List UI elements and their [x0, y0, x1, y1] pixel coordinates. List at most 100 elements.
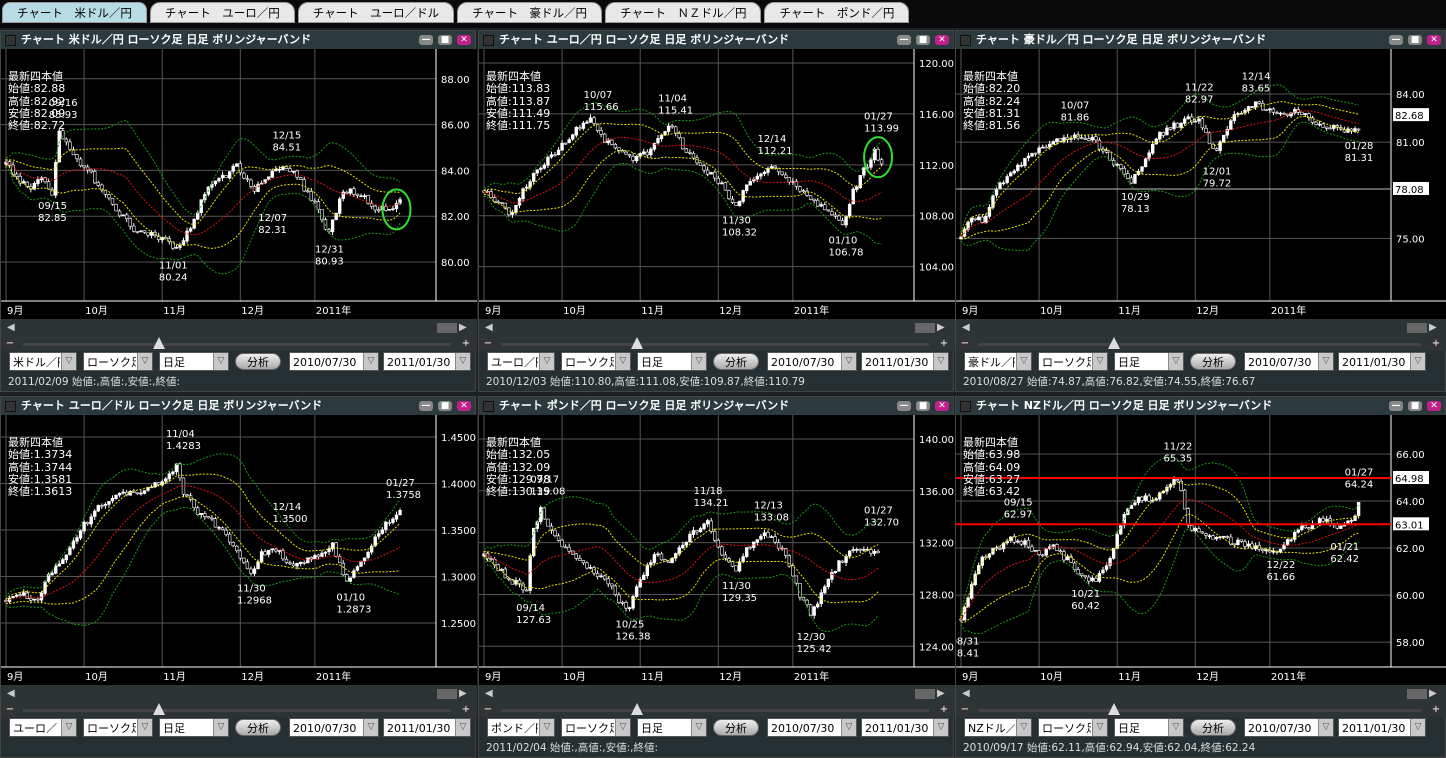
chart-type-select[interactable]: ローソク足▽	[1038, 352, 1108, 371]
zoom-slider[interactable]: − +	[479, 337, 955, 351]
horizontal-scrollbar[interactable]: ◀ ▶	[956, 319, 1446, 337]
chart-type-select[interactable]: ローソク足▽	[1038, 718, 1108, 737]
dropdown-arrow-icon[interactable]: ▽	[933, 719, 948, 736]
dropdown-arrow-icon[interactable]: ▽	[691, 719, 706, 736]
scroll-thumb[interactable]	[437, 689, 457, 699]
maximize-button[interactable]: ■	[438, 401, 452, 411]
zoom-in-icon[interactable]: +	[461, 705, 471, 715]
close-button[interactable]: ✕	[1427, 401, 1441, 411]
zoom-slider[interactable]: − +	[1, 337, 477, 351]
scroll-right-icon[interactable]: ▶	[459, 688, 467, 699]
zoom-in-icon[interactable]: +	[1431, 705, 1441, 715]
analyze-button[interactable]: 分析	[713, 353, 759, 370]
zoom-out-icon[interactable]: −	[5, 339, 15, 349]
scroll-right-icon[interactable]: ▶	[1429, 322, 1437, 333]
dropdown-arrow-icon[interactable]: ▽	[137, 353, 152, 370]
scroll-right-icon[interactable]: ▶	[937, 688, 945, 699]
dropdown-arrow-icon[interactable]: ▽	[61, 719, 76, 736]
zoom-thumb[interactable]	[1108, 337, 1120, 349]
end-date-select[interactable]: 2011/01/30 ▽	[1338, 718, 1426, 737]
scroll-right-icon[interactable]: ▶	[1429, 688, 1437, 699]
close-button[interactable]: ✕	[935, 35, 949, 45]
scroll-left-icon[interactable]: ◀	[962, 322, 970, 333]
start-date-select[interactable]: 2010/07/30 ▽	[767, 718, 857, 737]
zoom-track[interactable]	[23, 709, 451, 712]
dropdown-arrow-icon[interactable]: ▽	[1410, 719, 1425, 736]
currency-pair-select[interactable]: NZドル／円▽	[964, 718, 1032, 737]
dropdown-arrow-icon[interactable]: ▽	[1318, 353, 1333, 370]
scroll-right-icon[interactable]: ▶	[937, 322, 945, 333]
zoom-thumb[interactable]	[153, 337, 165, 349]
scroll-thumb[interactable]	[915, 323, 935, 333]
period-select[interactable]: 日足 ▽	[1114, 352, 1184, 371]
minimize-button[interactable]: —	[897, 35, 911, 45]
end-date-select[interactable]: 2011/01/30 ▽	[1338, 352, 1426, 371]
zoom-slider[interactable]: − +	[1, 703, 477, 717]
chart-type-select[interactable]: ローソク足▽	[83, 718, 153, 737]
zoom-in-icon[interactable]: +	[939, 705, 949, 715]
panel-menu-icon[interactable]	[960, 401, 971, 412]
zoom-thumb[interactable]	[631, 337, 643, 349]
tab-chart-3[interactable]: チャート 豪ドル／円	[457, 2, 603, 23]
analyze-button[interactable]: 分析	[235, 353, 281, 370]
tab-chart-5[interactable]: チャート ポンド／円	[764, 2, 910, 23]
zoom-track[interactable]	[501, 709, 929, 712]
chart-type-select[interactable]: ローソク足▽	[561, 352, 631, 371]
minimize-button[interactable]: —	[419, 35, 433, 45]
maximize-button[interactable]: ■	[438, 35, 452, 45]
end-date-select[interactable]: 2011/01/30 ▽	[383, 718, 471, 737]
dropdown-arrow-icon[interactable]: ▽	[213, 719, 228, 736]
dropdown-arrow-icon[interactable]: ▽	[213, 353, 228, 370]
close-button[interactable]: ✕	[1427, 35, 1441, 45]
minimize-button[interactable]: —	[1389, 35, 1403, 45]
panel-menu-icon[interactable]	[5, 401, 16, 412]
zoom-track[interactable]	[978, 709, 1421, 712]
dropdown-arrow-icon[interactable]: ▽	[363, 353, 378, 370]
dropdown-arrow-icon[interactable]: ▽	[841, 719, 856, 736]
zoom-out-icon[interactable]: −	[483, 705, 493, 715]
dropdown-arrow-icon[interactable]: ▽	[1168, 353, 1183, 370]
period-select[interactable]: 日足 ▽	[159, 352, 229, 371]
scroll-left-icon[interactable]: ◀	[485, 688, 493, 699]
currency-pair-select[interactable]: ポンド／円▽	[487, 718, 555, 737]
scroll-right-icon[interactable]: ▶	[459, 322, 467, 333]
scroll-left-icon[interactable]: ◀	[962, 688, 970, 699]
analyze-button[interactable]: 分析	[1190, 353, 1236, 370]
horizontal-scrollbar[interactable]: ◀ ▶	[479, 685, 955, 703]
start-date-select[interactable]: 2010/07/30 ▽	[767, 352, 857, 371]
currency-pair-select[interactable]: 米ドル／円▽	[9, 352, 77, 371]
scroll-left-icon[interactable]: ◀	[485, 322, 493, 333]
zoom-in-icon[interactable]: +	[939, 339, 949, 349]
horizontal-scrollbar[interactable]: ◀ ▶	[1, 685, 477, 703]
minimize-button[interactable]: —	[897, 401, 911, 411]
dropdown-arrow-icon[interactable]: ▽	[1016, 353, 1031, 370]
start-date-select[interactable]: 2010/07/30 ▽	[289, 352, 379, 371]
dropdown-arrow-icon[interactable]: ▽	[455, 353, 470, 370]
period-select[interactable]: 日足 ▽	[637, 352, 707, 371]
panel-title-bar[interactable]: チャート ユーロ／円 ローソク足 日足 ボリンジャーバンド — ■ ✕	[479, 31, 953, 49]
horizontal-scrollbar[interactable]: ◀ ▶	[956, 685, 1446, 703]
zoom-out-icon[interactable]: −	[483, 339, 493, 349]
candlestick-chart[interactable]: 9月 10月 11月 12月 2011年 75.00 81.00 84.00 78.08 82.6…	[956, 49, 1446, 319]
zoom-out-icon[interactable]: −	[960, 339, 970, 349]
scroll-thumb[interactable]	[437, 323, 457, 333]
tab-chart-4[interactable]: チャート ＮＺドル／円	[605, 2, 762, 23]
end-date-select[interactable]: 2011/01/30 ▽	[383, 352, 471, 371]
dropdown-arrow-icon[interactable]: ▽	[1168, 719, 1183, 736]
start-date-select[interactable]: 2010/07/30 ▽	[1244, 718, 1334, 737]
zoom-out-icon[interactable]: −	[960, 705, 970, 715]
dropdown-arrow-icon[interactable]: ▽	[539, 719, 554, 736]
dropdown-arrow-icon[interactable]: ▽	[363, 719, 378, 736]
close-button[interactable]: ✕	[457, 401, 471, 411]
panel-menu-icon[interactable]	[483, 401, 494, 412]
zoom-thumb[interactable]	[1108, 703, 1120, 715]
dropdown-arrow-icon[interactable]: ▽	[1092, 353, 1107, 370]
minimize-button[interactable]: —	[419, 401, 433, 411]
end-date-select[interactable]: 2011/01/30 ▽	[861, 352, 949, 371]
zoom-slider[interactable]: − +	[479, 703, 955, 717]
dropdown-arrow-icon[interactable]: ▽	[455, 719, 470, 736]
panel-title-bar[interactable]: チャート ポンド／円 ローソク足 日足 ボリンジャーバンド — ■ ✕	[479, 397, 953, 415]
dropdown-arrow-icon[interactable]: ▽	[1016, 719, 1031, 736]
maximize-button[interactable]: ■	[916, 35, 930, 45]
zoom-slider[interactable]: − +	[956, 703, 1446, 717]
